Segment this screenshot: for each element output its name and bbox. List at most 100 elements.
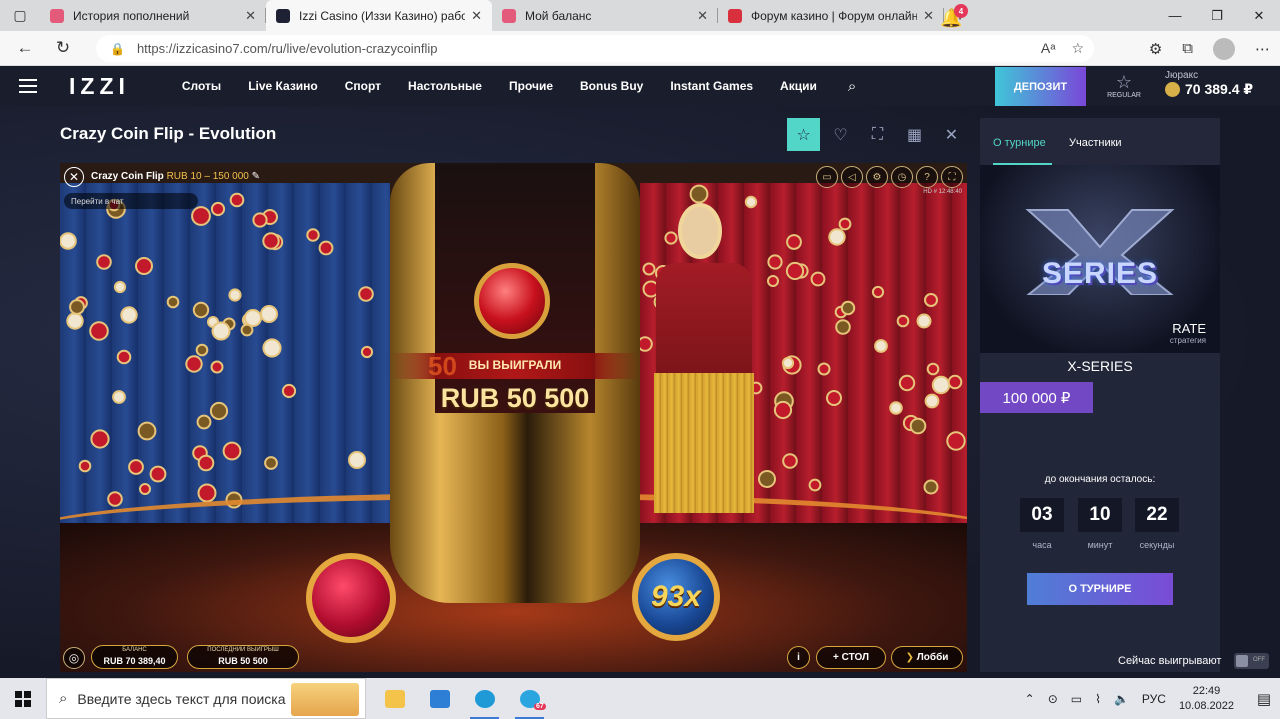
tab-participants[interactable]: Участники (1069, 137, 1122, 149)
fullscreen-icon[interactable]: ⛶ (941, 166, 963, 188)
volume-icon[interactable]: ◁ (841, 166, 863, 188)
now-winning-label: Сейчас выигрывают (1118, 655, 1222, 667)
minimize-icon[interactable]: — (1154, 0, 1196, 31)
extensions-icon[interactable]: ⚙ (1149, 40, 1162, 58)
more-menu-icon[interactable]: ⋯ (1255, 40, 1270, 58)
chat-icon[interactable]: ▭ (816, 166, 838, 188)
countdown-minutes: 10 минут (1078, 498, 1122, 550)
network-icon[interactable]: ⌇ (1095, 692, 1101, 706)
volume-icon[interactable]: 🔈 (1114, 692, 1129, 706)
file-explorer-icon[interactable] (372, 678, 417, 719)
mail-icon[interactable] (417, 678, 462, 719)
close-tab-icon[interactable]: ✕ (697, 8, 708, 24)
search-highlight-image (291, 683, 359, 716)
nav-bonus-buy[interactable]: Bonus Buy (580, 79, 643, 93)
coin-icon (1165, 82, 1180, 97)
rate-label: RATE стратегия (1169, 321, 1206, 345)
language-indicator[interactable]: РУС (1142, 692, 1166, 706)
close-window-icon[interactable]: ✕ (1238, 0, 1280, 31)
favorite-star-icon[interactable]: ☆ (787, 118, 820, 151)
close-icon[interactable]: ✕ (64, 167, 84, 187)
site-logo[interactable]: IZZI (69, 73, 130, 100)
edge-browser-icon[interactable] (462, 678, 507, 719)
close-tab-icon[interactable]: ✕ (245, 8, 256, 24)
profile-avatar[interactable] (1213, 37, 1235, 60)
about-tournament-button[interactable]: О ТУРНИРЕ (1027, 573, 1173, 605)
fullscreen-icon[interactable]: ⛶ (861, 118, 894, 151)
nav-promotions[interactable]: Акции (780, 79, 817, 93)
collections-icon[interactable]: ⧉ (1182, 40, 1193, 57)
heart-icon[interactable]: ♡ (824, 118, 857, 151)
prize-badge: 100 000 ₽ (980, 382, 1093, 413)
help-icon[interactable]: ? (916, 166, 938, 188)
notifications-bell-icon[interactable]: 🔔 4 (940, 4, 968, 29)
favorite-star-icon[interactable]: ☆ (1071, 40, 1084, 57)
url-text: https://izzicasino7.com/ru/live/evolutio… (136, 41, 438, 56)
settings-gear-icon[interactable]: ⚙ (866, 166, 888, 188)
game-frame[interactable]: 50 ВЫ ВЫИГРАЛИ RUB 50 500 93x ✕ Crazy Co… (60, 163, 967, 672)
deposit-button[interactable]: ДЕПОЗИТ (995, 67, 1086, 106)
pin-icon[interactable]: ✎ (252, 171, 260, 182)
banner-title: SERIES (1041, 257, 1159, 290)
windows-start-icon[interactable] (0, 690, 46, 708)
notification-count-badge: 4 (954, 4, 968, 18)
read-aloud-icon[interactable]: Aᵃ (1041, 40, 1056, 57)
window-controls: — ❐ ✕ (1154, 0, 1280, 31)
browser-tab[interactable]: Мой баланс ✕ (492, 0, 718, 31)
game-info: Crazy Coin Flip RUB 10 – 150 000 ✎ (91, 171, 260, 182)
url-field[interactable]: 🔒 https://izzicasino7.com/ru/live/evolut… (96, 35, 1094, 62)
search-icon[interactable]: ⌕ (848, 78, 856, 95)
tournament-banner[interactable]: SERIES RATE стратегия (980, 165, 1220, 353)
tab-about-tournament[interactable]: О турнире (993, 137, 1046, 149)
status-badge[interactable]: ☆ REGULAR (1104, 72, 1144, 99)
browser-tab[interactable]: Форум казино | Форум онлайн ✕ (718, 0, 944, 31)
balance-amount: 70 389.4 ₽ (1185, 81, 1254, 97)
grid-icon[interactable]: ▦ (898, 118, 931, 151)
info-icon[interactable]: i (787, 646, 810, 669)
taskbar-search-input[interactable]: ⌕ Введите здесь текст для поиска (46, 678, 366, 719)
nav-other[interactable]: Прочие (509, 79, 553, 93)
lobby-button[interactable]: ❯ Лобби (891, 646, 963, 669)
tournament-panel: О турнире Участники SERIES RATE стратеги… (980, 118, 1220, 672)
chat-link[interactable]: Перейти в чат (64, 193, 198, 209)
taskbar-apps: 67 (372, 678, 552, 719)
status-label: REGULAR (1107, 92, 1141, 99)
time-left-label: до окончания осталось: (1044, 474, 1156, 485)
game-name: Crazy Coin Flip (91, 171, 164, 182)
close-tab-icon[interactable]: ✕ (923, 8, 934, 24)
battery-icon[interactable]: ▭ (1071, 692, 1082, 706)
history-icon[interactable]: ◷ (891, 166, 913, 188)
telegram-icon[interactable]: 67 (507, 678, 552, 719)
browser-tab[interactable]: История пополнений ✕ (40, 0, 266, 31)
browser-tab-active[interactable]: Izzi Casino (Иззи Казино) рабо‹ ✕ (266, 0, 492, 31)
hamburger-menu-icon[interactable] (19, 75, 37, 97)
back-icon[interactable]: ← (6, 38, 44, 58)
tab-actions-icon[interactable]: ▢ (0, 0, 40, 31)
blue-coin-multiplier: 93x (632, 553, 720, 641)
nav-table-games[interactable]: Настольные (408, 79, 482, 93)
close-game-icon[interactable]: ✕ (935, 118, 968, 151)
stream-info: HD # 12:48:40 (923, 189, 962, 195)
chips-icon[interactable]: ◎ (63, 647, 85, 669)
refresh-icon[interactable]: ↻ (44, 38, 82, 58)
close-tab-icon[interactable]: ✕ (471, 8, 482, 24)
notification-center-icon[interactable]: ▤ (1248, 690, 1280, 708)
tab-title: Форум казино | Форум онлайн (751, 8, 918, 23)
table-button[interactable]: + СТОЛ (816, 646, 886, 669)
nav-sport[interactable]: Спорт (345, 79, 381, 93)
tournament-name: X-SERIES (1067, 358, 1133, 374)
maximize-icon[interactable]: ❐ (1196, 0, 1238, 31)
meet-now-icon[interactable]: ⊙ (1048, 692, 1058, 706)
address-bar: ← ↻ 🔒 https://izzicasino7.com/ru/live/ev… (0, 31, 1280, 66)
chevron-up-icon[interactable]: ⌃ (1025, 692, 1035, 706)
now-winning-toggle[interactable]: OFF (1234, 653, 1269, 669)
last-win: ПОСЛЕДНИЙ ВЫИГРЫШ RUB 50 500 (187, 645, 299, 669)
win-label: ВЫ ВЫИГРАЛИ (468, 358, 562, 372)
nav-live-casino[interactable]: Live Казино (248, 79, 318, 93)
nav-instant-games[interactable]: Instant Games (670, 79, 753, 93)
user-balance[interactable]: Jюракс 70 389.4 ₽ (1165, 70, 1253, 98)
clock[interactable]: 22:49 10.08.2022 (1179, 684, 1234, 714)
countdown-seconds: 22 секунды (1135, 498, 1179, 550)
balance-currency-label: Jюракс (1165, 70, 1199, 81)
nav-slots[interactable]: Слоты (182, 79, 221, 93)
